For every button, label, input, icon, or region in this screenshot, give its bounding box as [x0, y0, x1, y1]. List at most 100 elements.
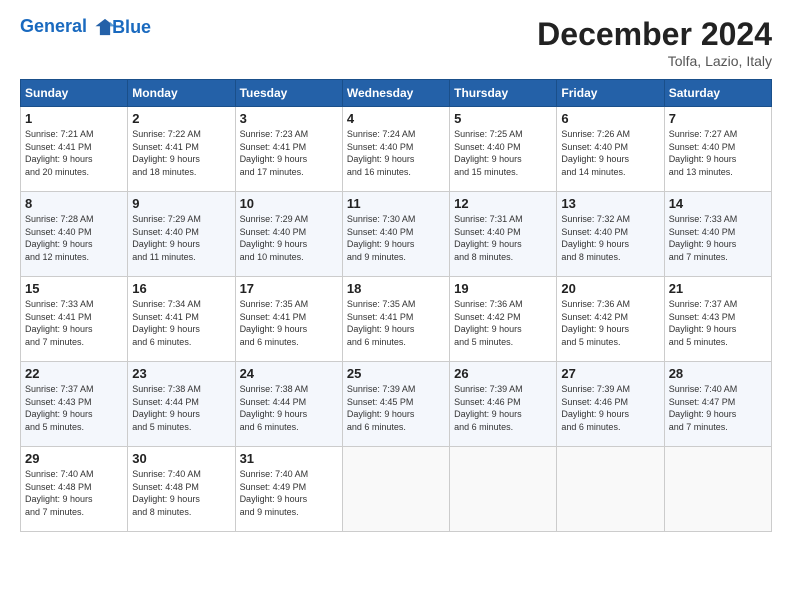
calendar-week-row: 29 Sunrise: 7:40 AM Sunset: 4:48 PM Dayli…: [21, 447, 772, 532]
day-info: Sunrise: 7:40 AM Sunset: 4:47 PM Dayligh…: [669, 383, 767, 433]
day-number: 30: [132, 451, 230, 466]
day-number: 27: [561, 366, 659, 381]
logo: General Blue: [20, 16, 151, 38]
calendar-cell: 11 Sunrise: 7:30 AM Sunset: 4:40 PM Dayli…: [342, 192, 449, 277]
day-info: Sunrise: 7:28 AM Sunset: 4:40 PM Dayligh…: [25, 213, 123, 263]
calendar-cell: 21 Sunrise: 7:37 AM Sunset: 4:43 PM Dayli…: [664, 277, 771, 362]
day-info: Sunrise: 7:37 AM Sunset: 4:43 PM Dayligh…: [669, 298, 767, 348]
calendar-cell: 18 Sunrise: 7:35 AM Sunset: 4:41 PM Dayli…: [342, 277, 449, 362]
calendar-cell: 4Sunrise: 7:24 AM Sunset: 4:40 PM Daylig…: [342, 107, 449, 192]
day-info: Sunrise: 7:35 AM Sunset: 4:41 PM Dayligh…: [347, 298, 445, 348]
calendar-cell: 9 Sunrise: 7:29 AM Sunset: 4:40 PM Daylig…: [128, 192, 235, 277]
location: Tolfa, Lazio, Italy: [537, 53, 772, 69]
calendar-cell: 19Sunrise: 7:36 AM Sunset: 4:42 PM Dayli…: [450, 277, 557, 362]
logo-general: General: [20, 16, 87, 36]
day-number: 18: [347, 281, 445, 296]
header-day: Saturday: [664, 80, 771, 107]
calendar-cell: 23 Sunrise: 7:38 AM Sunset: 4:44 PM Dayli…: [128, 362, 235, 447]
day-number: 7: [669, 111, 767, 126]
header-day: Sunday: [21, 80, 128, 107]
day-info: Sunrise: 7:25 AM Sunset: 4:40 PM Dayligh…: [454, 128, 552, 178]
day-info: Sunrise: 7:37 AM Sunset: 4:43 PM Dayligh…: [25, 383, 123, 433]
calendar-cell: 26 Sunrise: 7:39 AM Sunset: 4:46 PM Dayli…: [450, 362, 557, 447]
calendar-week-row: 15 Sunrise: 7:33 AM Sunset: 4:41 PM Dayli…: [21, 277, 772, 362]
day-info: Sunrise: 7:40 AM Sunset: 4:49 PM Dayligh…: [240, 468, 338, 518]
day-info: Sunrise: 7:26 AM Sunset: 4:40 PM Dayligh…: [561, 128, 659, 178]
day-number: 1: [25, 111, 123, 126]
calendar-cell: 14 Sunrise: 7:33 AM Sunset: 4:40 PM Dayli…: [664, 192, 771, 277]
day-number: 12: [454, 196, 552, 211]
day-number: 14: [669, 196, 767, 211]
day-info: Sunrise: 7:40 AM Sunset: 4:48 PM Dayligh…: [25, 468, 123, 518]
day-number: 8: [25, 196, 123, 211]
day-info: Sunrise: 7:23 AM Sunset: 4:41 PM Dayligh…: [240, 128, 338, 178]
day-info: Sunrise: 7:31 AM Sunset: 4:40 PM Dayligh…: [454, 213, 552, 263]
day-info: Sunrise: 7:38 AM Sunset: 4:44 PM Dayligh…: [132, 383, 230, 433]
month-title: December 2024: [537, 16, 772, 53]
day-number: 2: [132, 111, 230, 126]
calendar-cell: 25Sunrise: 7:39 AM Sunset: 4:45 PM Dayli…: [342, 362, 449, 447]
calendar-cell: 30 Sunrise: 7:40 AM Sunset: 4:48 PM Dayli…: [128, 447, 235, 532]
day-number: 11: [347, 196, 445, 211]
day-number: 9: [132, 196, 230, 211]
day-info: Sunrise: 7:32 AM Sunset: 4:40 PM Dayligh…: [561, 213, 659, 263]
day-number: 24: [240, 366, 338, 381]
day-number: 10: [240, 196, 338, 211]
day-info: Sunrise: 7:33 AM Sunset: 4:40 PM Dayligh…: [669, 213, 767, 263]
day-info: Sunrise: 7:22 AM Sunset: 4:41 PM Dayligh…: [132, 128, 230, 178]
day-number: 19: [454, 281, 552, 296]
day-number: 25: [347, 366, 445, 381]
calendar-cell: [664, 447, 771, 532]
calendar-cell: 16 Sunrise: 7:34 AM Sunset: 4:41 PM Dayli…: [128, 277, 235, 362]
day-info: Sunrise: 7:33 AM Sunset: 4:41 PM Dayligh…: [25, 298, 123, 348]
calendar-cell: 15 Sunrise: 7:33 AM Sunset: 4:41 PM Dayli…: [21, 277, 128, 362]
day-number: 3: [240, 111, 338, 126]
day-number: 4: [347, 111, 445, 126]
calendar-cell: 27 Sunrise: 7:39 AM Sunset: 4:46 PM Dayli…: [557, 362, 664, 447]
calendar-cell: 2 Sunrise: 7:22 AM Sunset: 4:41 PM Daylig…: [128, 107, 235, 192]
header: General Blue December 2024 Tolfa, Lazio,…: [20, 16, 772, 69]
title-block: December 2024 Tolfa, Lazio, Italy: [537, 16, 772, 69]
logo-blue: Blue: [112, 17, 151, 38]
page: General Blue December 2024 Tolfa, Lazio,…: [0, 0, 792, 542]
calendar-week-row: 8 Sunrise: 7:28 AM Sunset: 4:40 PM Daylig…: [21, 192, 772, 277]
calendar-cell: 8 Sunrise: 7:28 AM Sunset: 4:40 PM Daylig…: [21, 192, 128, 277]
calendar-cell: [557, 447, 664, 532]
day-number: 26: [454, 366, 552, 381]
header-day: Tuesday: [235, 80, 342, 107]
calendar-cell: 12 Sunrise: 7:31 AM Sunset: 4:40 PM Dayli…: [450, 192, 557, 277]
day-number: 23: [132, 366, 230, 381]
day-number: 20: [561, 281, 659, 296]
calendar-cell: 28 Sunrise: 7:40 AM Sunset: 4:47 PM Dayli…: [664, 362, 771, 447]
day-info: Sunrise: 7:29 AM Sunset: 4:40 PM Dayligh…: [132, 213, 230, 263]
day-number: 21: [669, 281, 767, 296]
day-info: Sunrise: 7:39 AM Sunset: 4:46 PM Dayligh…: [454, 383, 552, 433]
calendar-cell: 31 Sunrise: 7:40 AM Sunset: 4:49 PM Dayli…: [235, 447, 342, 532]
header-day: Friday: [557, 80, 664, 107]
calendar-cell: [342, 447, 449, 532]
day-number: 22: [25, 366, 123, 381]
day-number: 15: [25, 281, 123, 296]
day-number: 16: [132, 281, 230, 296]
calendar-cell: 6 Sunrise: 7:26 AM Sunset: 4:40 PM Daylig…: [557, 107, 664, 192]
day-info: Sunrise: 7:21 AM Sunset: 4:41 PM Dayligh…: [25, 128, 123, 178]
calendar-cell: 22 Sunrise: 7:37 AM Sunset: 4:43 PM Dayli…: [21, 362, 128, 447]
calendar-cell: 1 Sunrise: 7:21 AM Sunset: 4:41 PM Daylig…: [21, 107, 128, 192]
calendar-cell: 17Sunrise: 7:35 AM Sunset: 4:41 PM Dayli…: [235, 277, 342, 362]
day-info: Sunrise: 7:35 AM Sunset: 4:41 PM Dayligh…: [240, 298, 338, 348]
day-number: 31: [240, 451, 338, 466]
calendar-week-row: 1 Sunrise: 7:21 AM Sunset: 4:41 PM Daylig…: [21, 107, 772, 192]
day-info: Sunrise: 7:29 AM Sunset: 4:40 PM Dayligh…: [240, 213, 338, 263]
day-info: Sunrise: 7:34 AM Sunset: 4:41 PM Dayligh…: [132, 298, 230, 348]
calendar-cell: 24Sunrise: 7:38 AM Sunset: 4:44 PM Dayli…: [235, 362, 342, 447]
calendar-cell: 5Sunrise: 7:25 AM Sunset: 4:40 PM Daylig…: [450, 107, 557, 192]
day-number: 28: [669, 366, 767, 381]
day-info: Sunrise: 7:40 AM Sunset: 4:48 PM Dayligh…: [132, 468, 230, 518]
day-info: Sunrise: 7:39 AM Sunset: 4:46 PM Dayligh…: [561, 383, 659, 433]
calendar-cell: 13Sunrise: 7:32 AM Sunset: 4:40 PM Dayli…: [557, 192, 664, 277]
calendar-cell: [450, 447, 557, 532]
day-info: Sunrise: 7:30 AM Sunset: 4:40 PM Dayligh…: [347, 213, 445, 263]
day-number: 29: [25, 451, 123, 466]
header-row: SundayMondayTuesdayWednesdayThursdayFrid…: [21, 80, 772, 107]
day-number: 6: [561, 111, 659, 126]
